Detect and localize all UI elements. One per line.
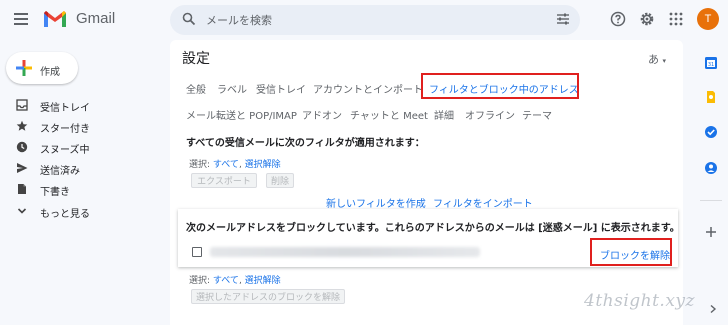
chevron-right-icon[interactable] [708, 304, 718, 314]
filters-heading: すべての受信メールに次のフィルタが適用されます： [186, 138, 425, 149]
tab-offline[interactable]: オフライン [465, 107, 515, 122]
keep-icon[interactable] [704, 90, 718, 104]
tab-chat-meet[interactable]: チャットと Meet [350, 107, 428, 122]
sidebar-item-label: もっと見る [40, 209, 90, 220]
clock-icon [16, 141, 28, 153]
sidebar-item-label: スター付き [40, 124, 90, 135]
calendar-icon[interactable]: 31 [704, 56, 718, 70]
sidebar-item-drafts[interactable]: 下書き [0, 180, 160, 198]
delete-button[interactable]: 削除 [266, 173, 294, 188]
sidebar-item-label: スヌーズ中 [40, 145, 90, 156]
tab-accounts-import[interactable]: アカウントとインポート [313, 81, 423, 96]
send-icon [17, 163, 28, 173]
search-icon[interactable] [182, 12, 196, 26]
export-button[interactable]: エクスポート [191, 173, 257, 188]
watermark: 4thsight.xyz [584, 291, 695, 311]
inbox-icon [16, 99, 28, 111]
caret-down-icon: ▾ [662, 57, 667, 65]
gmail-logo-icon[interactable] [42, 9, 68, 29]
tasks-icon[interactable] [704, 125, 718, 139]
highlight-box [421, 73, 579, 99]
draft-icon [18, 184, 26, 194]
chevron-down-icon [17, 208, 27, 214]
create-filter-link[interactable]: 新しいフィルタを作成 [326, 195, 426, 210]
select-none-link[interactable]: 選択解除 [245, 276, 281, 286]
search-options-icon[interactable] [556, 12, 570, 26]
select-none-link[interactable]: 選択解除 [245, 160, 281, 170]
apps-grid-icon[interactable] [669, 12, 683, 26]
sidebar-item-label: 下書き [40, 187, 70, 198]
sidebar-item-inbox[interactable]: 受信トレイ [0, 96, 160, 114]
help-icon[interactable] [610, 11, 626, 27]
tab-labels[interactable]: ラベル [217, 81, 247, 96]
sidebar-item-label: 受信トレイ [40, 103, 90, 114]
blocked-select-row: 選択: すべて, 選択解除 [189, 276, 281, 286]
filter-select-row: 選択: すべて, 選択解除 [189, 160, 281, 170]
compose-plus-icon[interactable] [15, 59, 33, 77]
blocked-heading: 次のメールアドレスをブロックしています。これらのアドレスからのメールは [迷惑メ… [186, 223, 680, 234]
sidebar-item-more[interactable]: もっと見る [0, 202, 160, 220]
tab-forwarding-pop-imap[interactable]: メール転送と POP/IMAP [186, 107, 297, 122]
language-indicator: あ [648, 53, 659, 66]
select-label: 選択: [189, 276, 211, 286]
svg-text:31: 31 [708, 62, 714, 68]
blocked-address-redacted [210, 247, 480, 257]
select-all-link[interactable]: すべて [213, 276, 239, 286]
contacts-icon[interactable] [704, 161, 718, 175]
main-menu-icon[interactable] [14, 13, 28, 25]
compose-label[interactable]: 作成 [40, 63, 60, 78]
sidebar-item-label: 送信済み [40, 166, 80, 177]
select-label: 選択: [189, 160, 211, 170]
page-title: 設定 [182, 51, 210, 67]
side-panel [690, 40, 728, 325]
sidebar-item-sent[interactable]: 送信済み [0, 159, 160, 177]
tab-inbox[interactable]: 受信トレイ [256, 81, 306, 96]
import-filter-link[interactable]: フィルタをインポート [433, 195, 533, 210]
tab-themes[interactable]: テーマ [522, 107, 552, 122]
select-all-link[interactable]: すべて [213, 160, 239, 170]
tab-addons[interactable]: アドオン [302, 107, 342, 122]
blocked-address-checkbox[interactable] [192, 247, 202, 257]
star-icon [16, 120, 28, 131]
add-addon-icon[interactable] [704, 225, 718, 239]
side-panel-divider [700, 200, 722, 201]
sidebar-item-snoozed[interactable]: スヌーズ中 [0, 138, 160, 156]
search-input[interactable]: メールを検索 [206, 12, 272, 28]
settings-gear-icon[interactable] [639, 11, 655, 27]
input-tools-button[interactable]: あ ▾ [648, 51, 666, 67]
highlight-box [590, 238, 672, 266]
sidebar-item-starred[interactable]: スター付き [0, 117, 160, 135]
app-name: Gmail [76, 10, 116, 27]
account-avatar[interactable]: T [697, 8, 719, 30]
tab-general[interactable]: 全般 [186, 81, 206, 96]
tab-advanced[interactable]: 詳細 [434, 107, 454, 122]
unblock-selected-button[interactable]: 選択したアドレスのブロックを解除 [191, 289, 345, 304]
